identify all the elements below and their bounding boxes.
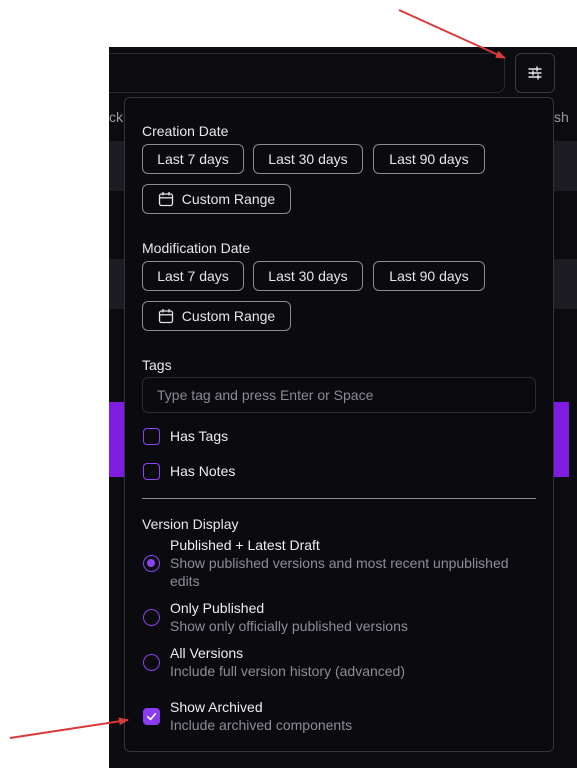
annotation-arrow-top	[398, 9, 506, 59]
annotation-arrow-bottom	[9, 717, 129, 739]
annotation-arrows	[9, 9, 506, 739]
